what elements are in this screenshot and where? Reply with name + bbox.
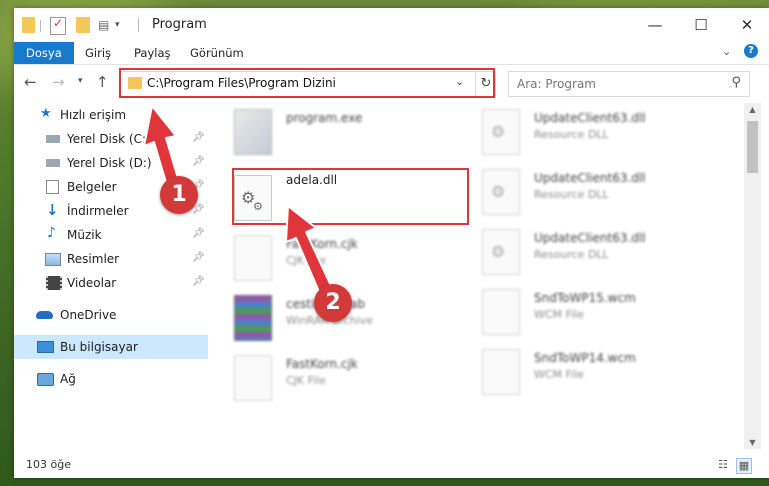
explorer-window: ✓ ▤ ▾ Program — ☐ ✕ Dosya Giriş Paylaş G… xyxy=(14,8,769,478)
step-badge-1: 1 xyxy=(160,176,198,214)
annotation-arrows xyxy=(143,105,333,295)
arrow-2 xyxy=(285,205,333,295)
step-badge-2: 2 xyxy=(314,284,352,322)
